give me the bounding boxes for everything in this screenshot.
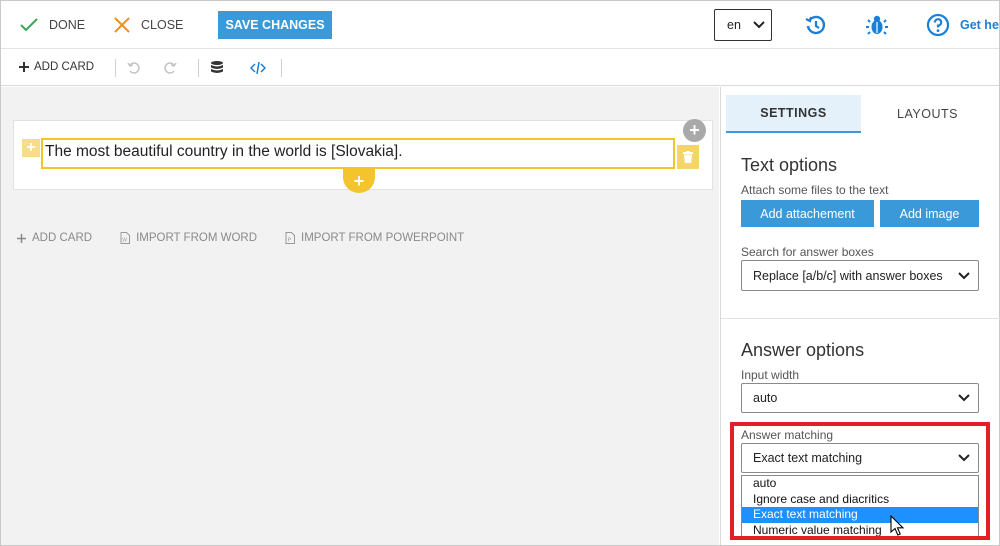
close-label: CLOSE <box>141 18 184 32</box>
toolbar-divider <box>115 59 116 77</box>
close-button[interactable]: CLOSE <box>113 1 183 49</box>
canvas-add-card-button[interactable]: ADD CARD <box>17 232 92 244</box>
tab-layouts[interactable]: LAYOUTS <box>861 95 994 133</box>
redo-icon[interactable] <box>162 60 178 76</box>
answer-matching-dropdown: auto Ignore case and diacritics Exact te… <box>741 475 979 538</box>
input-width-value: auto <box>753 391 778 405</box>
add-image-button[interactable]: Add image <box>880 200 979 227</box>
svg-text:W: W <box>122 238 127 244</box>
toolbar-divider <box>198 59 199 77</box>
toolbar-divider <box>281 59 282 77</box>
trash-icon[interactable] <box>677 145 699 169</box>
done-label: DONE <box>49 18 86 32</box>
top-bar: DONE CLOSE SAVE CHANGES en Get he <box>1 1 999 49</box>
panel-tabs: SETTINGS LAYOUTS <box>726 95 994 133</box>
svg-text:P: P <box>288 238 292 244</box>
dropdown-option[interactable]: Ignore case and diacritics <box>742 492 978 508</box>
mouse-cursor-icon <box>890 515 906 537</box>
chevron-down-icon <box>958 454 970 462</box>
history-icon[interactable] <box>804 13 828 37</box>
dropdown-option-selected[interactable]: Exact text matching <box>742 507 978 523</box>
tab-settings[interactable]: SETTINGS <box>726 95 861 133</box>
language-value: en <box>727 18 741 32</box>
search-answer-boxes-select[interactable]: Replace [a/b/c] with answer boxes <box>741 260 979 291</box>
add-attachment-button[interactable]: Add attachement <box>741 200 874 227</box>
drag-handle-icon[interactable]: + <box>22 139 40 157</box>
done-button[interactable]: DONE <box>19 1 85 49</box>
toolbar-add-card-button[interactable]: ADD CARD <box>19 61 94 73</box>
import-word-button[interactable]: W IMPORT FROM WORD <box>120 232 257 244</box>
code-icon[interactable] <box>250 60 266 76</box>
import-word-label: IMPORT FROM WORD <box>136 232 258 244</box>
chevron-down-icon <box>958 394 970 402</box>
input-width-label: Input width <box>741 368 800 382</box>
editor-toolbar: ADD CARD <box>1 50 999 86</box>
text-options-title: Text options <box>741 155 838 175</box>
plus-icon <box>19 62 29 72</box>
card-add-circle-icon[interactable]: + <box>683 119 706 142</box>
import-powerpoint-button[interactable]: P IMPORT FROM POWERPOINT <box>285 232 464 244</box>
dropdown-option[interactable]: Numeric value matching <box>742 523 978 539</box>
attach-files-subtitle: Attach some files to the text <box>741 183 889 197</box>
card-text-editor[interactable]: The most beautiful country in the world … <box>41 138 675 169</box>
canvas-add-card-label: ADD CARD <box>32 232 93 244</box>
input-width-select[interactable]: auto <box>741 383 979 413</box>
section-divider <box>721 318 1000 319</box>
answer-options-title: Answer options <box>741 340 865 360</box>
help-icon[interactable] <box>926 13 950 37</box>
editor-canvas: + The most beautiful country in the worl… <box>1 87 719 545</box>
settings-panel: SETTINGS LAYOUTS Text options Attach som… <box>720 87 1000 545</box>
canvas-actions: ADD CARD W IMPORT FROM WORD P IMPORT FRO… <box>17 232 492 244</box>
undo-icon[interactable] <box>126 60 142 76</box>
powerpoint-file-icon: P <box>285 232 296 244</box>
answer-matching-value: Exact text matching <box>753 451 863 465</box>
save-changes-button[interactable]: SAVE CHANGES <box>218 11 332 39</box>
add-card-below-icon[interactable]: + <box>343 169 375 193</box>
search-answer-boxes-value: Replace [a/b/c] with answer boxes <box>753 268 943 283</box>
answer-matching-label: Answer matching <box>741 428 834 442</box>
database-icon[interactable] <box>209 60 225 76</box>
plus-icon <box>17 233 26 243</box>
search-answer-boxes-label: Search for answer boxes <box>741 245 874 259</box>
get-help-link[interactable]: Get he <box>960 18 999 32</box>
answer-matching-select[interactable]: Exact text matching <box>741 443 979 473</box>
close-icon <box>113 16 131 34</box>
chevron-down-icon <box>958 271 970 280</box>
chevron-down-icon <box>753 21 765 29</box>
dropdown-option[interactable]: auto <box>742 476 978 492</box>
text-card[interactable]: + The most beautiful country in the worl… <box>13 119 713 193</box>
check-icon <box>19 17 39 33</box>
word-file-icon: W <box>120 232 131 244</box>
toolbar-add-card-label: ADD CARD <box>34 61 95 73</box>
bug-icon[interactable] <box>865 13 889 37</box>
import-powerpoint-label: IMPORT FROM POWERPOINT <box>301 232 465 244</box>
language-select[interactable]: en <box>714 9 772 41</box>
